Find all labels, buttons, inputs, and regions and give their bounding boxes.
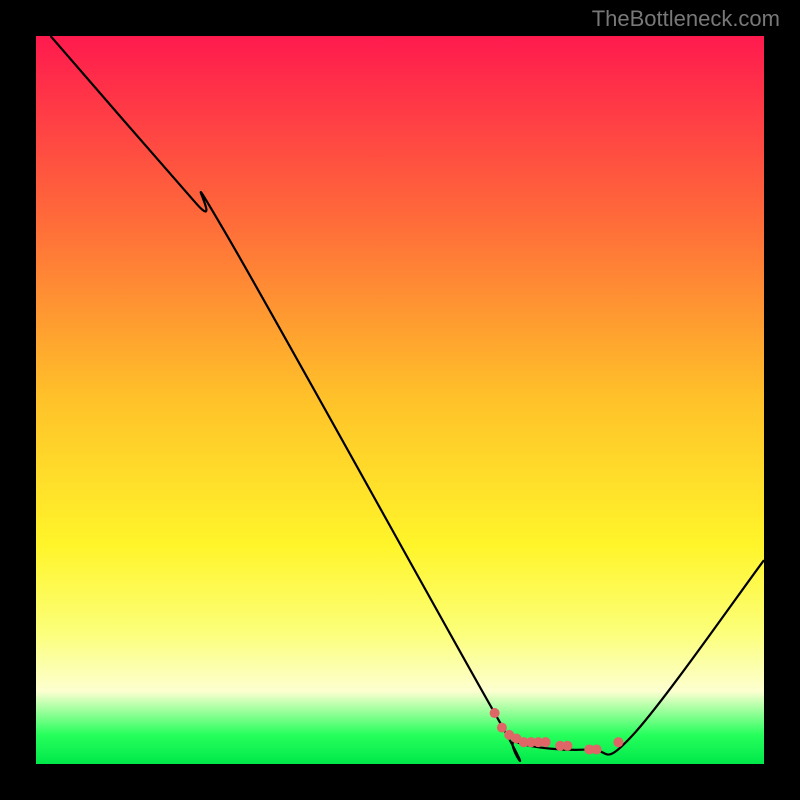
highlight-dot [592, 744, 602, 754]
watermark-text: TheBottleneck.com [592, 6, 780, 32]
highlight-dot [497, 723, 507, 733]
highlight-dot [562, 741, 572, 751]
highlight-dot [613, 737, 623, 747]
highlight-dot [490, 708, 500, 718]
highlight-dot [541, 737, 551, 747]
chart-container: TheBottleneck.com [0, 0, 800, 800]
bottleneck-chart [36, 36, 764, 764]
